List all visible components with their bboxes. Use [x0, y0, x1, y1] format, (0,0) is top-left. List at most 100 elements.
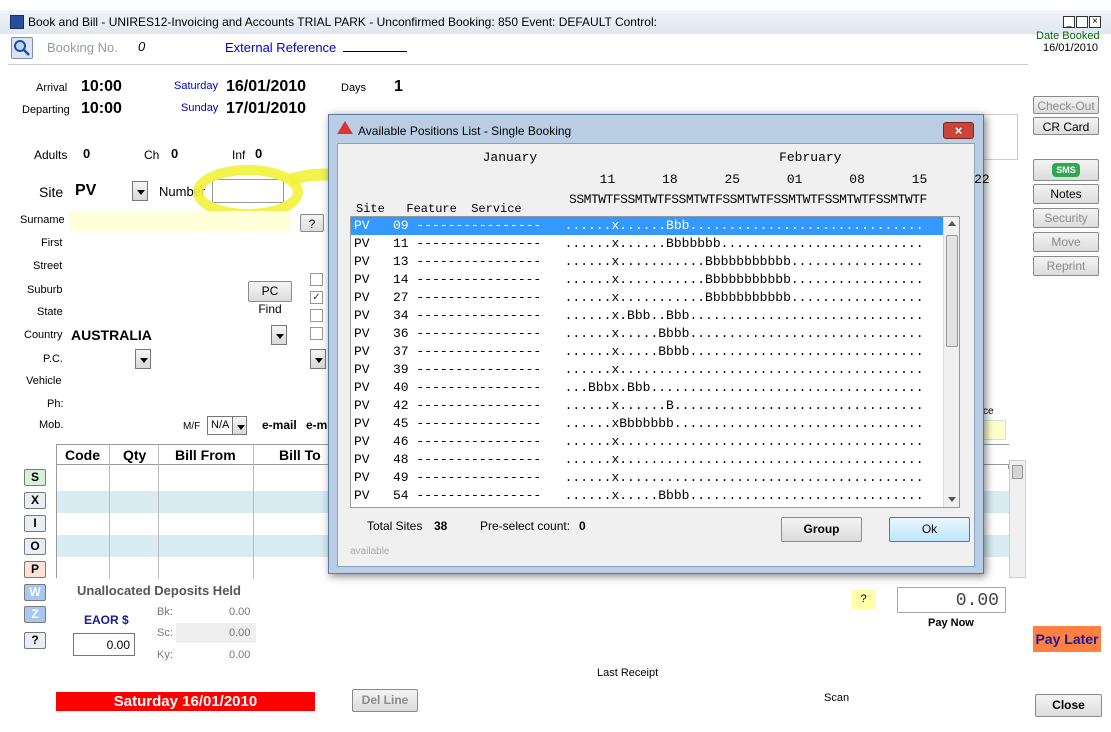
security-button[interactable]: Security — [1033, 208, 1099, 228]
list-scroll-thumb[interactable] — [946, 235, 958, 347]
list-item[interactable]: PV 34 ---------------- ......x.Bbb..Bbb.… — [351, 307, 959, 325]
country-value[interactable]: AUSTRALIA — [71, 327, 152, 343]
list-scrollbar[interactable] — [943, 217, 959, 507]
departing-date[interactable]: 17/01/2010 — [226, 100, 306, 118]
eaor-input[interactable]: 0.00 — [73, 633, 135, 656]
list-item[interactable]: PV 42 ---------------- ......x......B...… — [351, 397, 959, 415]
total-sites-value: 38 — [434, 519, 448, 533]
list-item[interactable]: PV 40 ---------------- ...Bbbx.Bbb......… — [351, 379, 959, 397]
yellow-field[interactable] — [982, 420, 1006, 440]
notes-button[interactable]: Notes — [1033, 184, 1099, 204]
list-item[interactable]: PV 49 ---------------- ......x..........… — [351, 469, 959, 487]
arrival-time[interactable]: 10:00 — [81, 78, 122, 96]
check-out-button[interactable]: Check-Out — [1033, 96, 1099, 114]
pay-help-button[interactable]: ? — [852, 589, 875, 609]
mf-select-value: N/A — [211, 419, 230, 431]
site-value[interactable]: PV — [75, 182, 96, 200]
list-item[interactable]: PV 27 ---------------- ......x..........… — [351, 289, 959, 307]
option-checkbox-1[interactable] — [310, 273, 323, 286]
list-item[interactable]: PV 09 ---------------- ......x......Bbb.… — [351, 217, 959, 235]
side-button-z[interactable]: Z — [24, 606, 46, 623]
arrival-date[interactable]: 16/01/2010 — [226, 78, 306, 96]
date-banner: Saturday 16/01/2010 — [56, 692, 315, 711]
search-button[interactable] — [11, 37, 33, 59]
available-label: available — [350, 546, 390, 557]
arrival-day: Saturday — [174, 80, 219, 92]
side-button-w[interactable]: W — [24, 584, 46, 601]
days-value[interactable]: 1 — [394, 78, 403, 96]
adults-label: Adults — [34, 148, 68, 162]
list-item[interactable]: PV 54 ---------------- ......x.....Bbbb.… — [351, 487, 959, 505]
side-button-s[interactable]: S — [24, 469, 46, 486]
ok-button[interactable]: Ok — [889, 517, 970, 542]
side-button-x[interactable]: X — [24, 492, 46, 509]
bk-label: Bk: — [157, 606, 173, 618]
adults-value[interactable]: 0 — [83, 146, 90, 161]
state-label: State — [37, 306, 63, 318]
grid-header-code[interactable]: Code — [65, 447, 100, 463]
mf-label: M/F — [183, 421, 201, 432]
option-checkbox-4[interactable] — [310, 327, 323, 340]
side-button-i[interactable]: I — [24, 515, 46, 532]
close-window-button[interactable]: × — [1089, 16, 1101, 28]
pc-dropdown[interactable] — [135, 349, 151, 369]
grid-header-qty[interactable]: Qty — [123, 447, 146, 463]
scroll-thumb[interactable] — [1012, 465, 1023, 479]
surname-input[interactable] — [69, 211, 290, 232]
first-label: First — [41, 237, 63, 249]
list-item[interactable]: PV 14 ---------------- ......x..........… — [351, 271, 959, 289]
country-label: Country — [24, 329, 63, 341]
grid-header-bill-from[interactable]: Bill From — [175, 447, 236, 463]
reprint-button[interactable]: Reprint — [1033, 256, 1099, 276]
positions-list[interactable]: PV 09 ---------------- ......x......Bbb.… — [350, 216, 960, 508]
group-button[interactable]: Group — [781, 517, 862, 542]
ph-label: Ph: — [47, 398, 64, 410]
del-line-button[interactable]: Del Line — [352, 689, 418, 712]
maximize-button[interactable] — [1076, 16, 1088, 28]
external-reference-label[interactable]: External Reference — [225, 40, 336, 55]
pay-later-button[interactable]: Pay Later — [1033, 626, 1101, 652]
list-item[interactable]: PV 11 ---------------- ......x......Bbbb… — [351, 235, 959, 253]
external-reference-input[interactable] — [343, 51, 407, 52]
list-item[interactable]: PV 39 ---------------- ......x..........… — [351, 361, 959, 379]
grid-header-bill-to[interactable]: Bill To — [279, 447, 321, 463]
minimize-button[interactable]: _ — [1063, 16, 1075, 28]
grid-scrollbar[interactable] — [1009, 460, 1026, 578]
option-checkbox-2[interactable]: ✓ — [310, 291, 323, 304]
departing-day: Sunday — [181, 102, 219, 114]
list-item[interactable]: PV 46 ---------------- ......x..........… — [351, 433, 959, 451]
site-dropdown[interactable] — [132, 181, 148, 201]
move-button[interactable]: Move — [1033, 232, 1099, 252]
children-value[interactable]: 0 — [171, 146, 178, 161]
list-item[interactable]: PV 37 ---------------- ......x.....Bbbb.… — [351, 343, 959, 361]
close-button[interactable]: Close — [1035, 694, 1102, 717]
list-item[interactable]: PV 48 ---------------- ......x..........… — [351, 451, 959, 469]
ce-label: ce — [983, 406, 994, 417]
departing-time[interactable]: 10:00 — [81, 100, 122, 118]
departing-label: Departing — [22, 104, 70, 116]
list-item[interactable]: PV 45 ---------------- ......xBbbbbbb...… — [351, 415, 959, 433]
surname-help-button[interactable]: ? — [300, 214, 324, 232]
window-titlebar: Book and Bill - UNIRES12-Invoicing and A… — [0, 10, 1111, 34]
sms-button[interactable]: SMS — [1033, 159, 1099, 181]
side-button-p[interactable]: P — [24, 561, 46, 578]
cr-card-button[interactable]: CR Card — [1033, 117, 1099, 135]
scroll-down-arrow[interactable] — [948, 497, 956, 502]
total-sites-label: Total Sites — [367, 519, 423, 533]
site-label: Site — [39, 184, 64, 200]
street-label: Street — [33, 260, 63, 272]
pc-find-button[interactable]: PC Find — [248, 281, 292, 316]
pay-amount[interactable]: 0.00 — [897, 587, 1006, 613]
list-item[interactable]: PV 36 ---------------- ......x.....Bbbb.… — [351, 325, 959, 343]
list-item[interactable]: PV 13 ---------------- ......x..........… — [351, 253, 959, 271]
country-dropdown[interactable] — [271, 325, 287, 345]
scroll-up-arrow[interactable] — [948, 221, 956, 226]
side-button-o[interactable]: O — [24, 538, 46, 555]
side-button-help[interactable]: ? — [24, 632, 46, 649]
mf-dropdown-arrow[interactable] — [232, 416, 247, 435]
suburb-label: Suburb — [27, 284, 63, 296]
extra-dropdown[interactable] — [310, 349, 326, 369]
option-checkbox-3[interactable] — [310, 309, 323, 322]
mf-select[interactable]: N/A — [207, 416, 247, 435]
dialog-close-button[interactable]: × — [943, 122, 974, 139]
